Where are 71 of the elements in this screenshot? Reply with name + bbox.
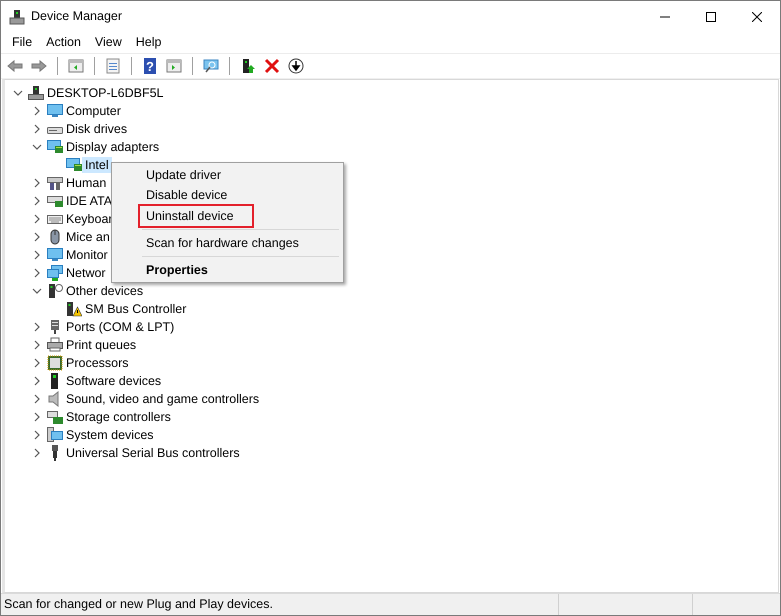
display-adapter-icon xyxy=(66,157,82,173)
expand-chevron-icon[interactable] xyxy=(32,178,42,188)
collapse-chevron-icon[interactable] xyxy=(32,286,42,296)
tree-item[interactable]: Disk drives xyxy=(63,121,130,137)
download-button[interactable] xyxy=(286,56,306,76)
tree-item[interactable]: Software devices xyxy=(63,373,164,389)
help-button[interactable]: ? xyxy=(140,56,160,76)
expand-chevron-icon[interactable] xyxy=(32,124,42,134)
display-adapter-icon xyxy=(47,139,63,155)
expand-chevron-icon[interactable] xyxy=(32,214,42,224)
expand-chevron-icon[interactable] xyxy=(32,448,42,458)
tree-item[interactable]: Universal Serial Bus controllers xyxy=(63,445,243,461)
menu-item[interactable]: Action xyxy=(39,32,88,53)
tree-item[interactable]: System devices xyxy=(63,427,157,443)
tree-item[interactable]: Keyboar xyxy=(63,211,116,227)
processor-icon xyxy=(47,355,63,371)
tree-item[interactable]: Print queues xyxy=(63,337,140,353)
expand-chevron-icon[interactable] xyxy=(32,232,42,242)
expand-chevron-icon[interactable] xyxy=(32,268,42,278)
computer-icon xyxy=(28,85,44,101)
menu-item[interactable]: Uninstall device xyxy=(140,206,252,226)
warning-device-icon xyxy=(66,301,82,317)
tree-item[interactable]: Human xyxy=(63,175,110,191)
menu-item[interactable]: View xyxy=(88,32,129,53)
menu-item[interactable]: Properties xyxy=(114,260,341,280)
printer-icon xyxy=(47,337,63,353)
collapse-chevron-icon[interactable] xyxy=(13,88,23,98)
menu-item[interactable]: Help xyxy=(128,32,168,53)
expand-chevron-icon[interactable] xyxy=(32,322,42,332)
tree-item[interactable]: SM Bus Controller xyxy=(82,301,190,317)
tree-item[interactable]: Monitor xyxy=(63,247,111,263)
tree-item[interactable]: Networ xyxy=(63,265,109,281)
tree-item[interactable]: Ports (COM & LPT) xyxy=(63,319,178,335)
expand-chevron-icon[interactable] xyxy=(32,376,42,386)
monitor-icon xyxy=(47,247,63,263)
expand-chevron-icon[interactable] xyxy=(32,412,42,422)
expand-chevron-icon[interactable] xyxy=(32,106,42,116)
tree-item[interactable]: Mice an xyxy=(63,229,113,245)
window-title: Device Manager xyxy=(31,8,122,26)
expand-chevron-icon[interactable] xyxy=(32,196,42,206)
network-icon xyxy=(47,265,63,281)
app-icon xyxy=(9,8,25,24)
tree-item[interactable]: Display adapters xyxy=(63,139,162,155)
storage-controller-icon xyxy=(47,409,63,425)
close-icon xyxy=(752,12,762,22)
collapse-chevron-icon[interactable] xyxy=(32,142,42,152)
expand-chevron-icon[interactable] xyxy=(32,340,42,350)
tree-item[interactable]: Computer xyxy=(63,103,124,119)
controller-icon xyxy=(47,193,63,209)
tree-item[interactable]: Sound, video and game controllers xyxy=(63,391,262,407)
tree-item[interactable]: IDE ATA xyxy=(63,193,116,209)
expand-chevron-icon[interactable] xyxy=(32,430,42,440)
expand-chevron-icon[interactable] xyxy=(32,250,42,260)
tree-item[interactable]: Other devices xyxy=(63,283,146,299)
menu-item[interactable]: File xyxy=(5,32,40,53)
expand-chevron-icon[interactable] xyxy=(32,358,42,368)
unknown-device-icon xyxy=(47,283,63,299)
system-device-icon xyxy=(47,427,63,443)
maximize-icon xyxy=(706,12,716,22)
remove-button[interactable] xyxy=(262,56,282,76)
menu-item[interactable]: Scan for hardware changes xyxy=(114,233,341,253)
tree-item[interactable]: Storage controllers xyxy=(63,409,174,425)
human-interface-icon xyxy=(47,175,63,191)
menu-item[interactable]: Update driver xyxy=(114,165,341,185)
tree-item[interactable]: DESKTOP-L6DBF5L xyxy=(44,85,166,101)
computer-icon xyxy=(47,103,63,119)
tree-item[interactable]: Processors xyxy=(63,355,132,371)
tree-item[interactable]: Intel xyxy=(82,157,112,173)
expand-chevron-icon[interactable] xyxy=(32,394,42,404)
menu-item[interactable]: Disable device xyxy=(114,185,341,205)
status-text: Scan for changed or new Plug and Play devices. xyxy=(3,596,274,614)
